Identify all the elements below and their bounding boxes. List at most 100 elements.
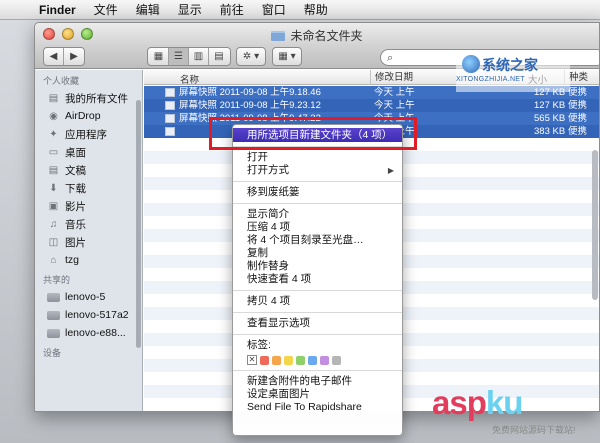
menu-separator xyxy=(233,370,402,371)
sidebar-item-label: 图片 xyxy=(65,236,86,249)
title-bar[interactable]: 未命名文件夹 xyxy=(35,23,599,45)
submenu-arrow-icon: ▶ xyxy=(387,166,394,175)
menu-window[interactable]: 窗口 xyxy=(253,0,295,20)
menu-item-new-folder-with-selection[interactable]: 用所选项目新建文件夹（4 项） xyxy=(233,128,402,142)
tag-blue[interactable] xyxy=(308,355,317,365)
tag-yellow[interactable] xyxy=(284,355,293,365)
image-file-icon xyxy=(165,114,175,123)
view-mode-control: ▦ ☰ ▥ ▤ xyxy=(147,47,231,66)
sidebar-item-movies[interactable]: ▣ 影片 xyxy=(35,197,142,215)
sidebar-item-label: AirDrop xyxy=(65,110,101,122)
tag-purple[interactable] xyxy=(320,355,329,365)
file-kind: 便携 xyxy=(568,113,588,124)
menu-separator xyxy=(233,181,402,182)
tag-orange[interactable] xyxy=(272,355,281,365)
folder-icon xyxy=(271,31,286,41)
xitongzhijia-watermark: 系统之家 XITONGZHIJIA.NET xyxy=(456,52,570,92)
menu-item-open-with[interactable]: 打开方式 ▶ xyxy=(233,164,402,177)
menu-item-label: 打开方式 xyxy=(247,164,289,176)
sidebar-item-music[interactable]: ♫ 音乐 xyxy=(35,215,142,233)
network-computer-icon xyxy=(47,292,60,302)
sidebar-item-pictures[interactable]: ◫ 图片 xyxy=(35,233,142,251)
watermark-text: 系统之家 xyxy=(482,57,538,73)
sidebar-item-downloads[interactable]: ⬇ 下载 xyxy=(35,179,142,197)
downloads-icon: ⬇ xyxy=(49,182,58,194)
tag-gray[interactable] xyxy=(332,355,341,365)
sidebar-item-documents[interactable]: ▤ 文稿 xyxy=(35,161,142,179)
sidebar-item-desktop[interactable]: ▭ 桌面 xyxy=(35,143,142,161)
aspku-watermark: aspku xyxy=(432,384,524,421)
menu-file[interactable]: 文件 xyxy=(85,0,127,20)
sidebar-item-all-my-files[interactable]: ▤ 我的所有文件 xyxy=(35,89,142,107)
tag-color-row: ✕ xyxy=(233,354,402,366)
network-computer-icon xyxy=(47,310,60,320)
coverflow-view-icon[interactable]: ▤ xyxy=(209,48,229,65)
menu-view[interactable]: 显示 xyxy=(169,0,211,20)
airdrop-icon: ◉ xyxy=(49,110,58,122)
menu-item-move-to-trash[interactable]: 移到废纸篓 xyxy=(233,186,402,199)
back-forward-control: ◀ ▶ xyxy=(43,47,85,66)
icon-view-icon[interactable]: ▦ xyxy=(149,48,169,65)
file-size: 565 KB xyxy=(534,113,566,124)
column-view-icon[interactable]: ▥ xyxy=(189,48,209,65)
sidebar-item-label: 影片 xyxy=(65,200,86,213)
column-header-name[interactable]: 名称 xyxy=(180,72,199,86)
sidebar-item-applications[interactable]: ✦ 应用程序 xyxy=(35,125,142,143)
sidebar-item-airdrop[interactable]: ◉ AirDrop xyxy=(35,107,142,125)
search-icon: ⌕ xyxy=(387,52,394,64)
menu-item-open[interactable]: 打开 xyxy=(233,151,402,164)
menu-item-make-alias[interactable]: 制作替身 xyxy=(233,260,402,273)
back-button[interactable]: ◀ xyxy=(44,48,64,65)
menu-item-quick-look[interactable]: 快速查看 4 项 xyxy=(233,273,402,286)
tag-red[interactable] xyxy=(260,355,269,365)
action-menu-button[interactable]: ✲ ▾ xyxy=(236,47,266,66)
all-files-icon: ▤ xyxy=(48,92,59,104)
file-size: 383 KB xyxy=(534,126,566,137)
sidebar-item-label: 应用程序 xyxy=(65,128,107,141)
column-header-date[interactable]: 修改日期 xyxy=(370,70,413,85)
sidebar-item-home[interactable]: ⌂ tzg xyxy=(35,251,142,269)
menu-item-show-view-options[interactable]: 查看显示选项 xyxy=(233,317,402,330)
menu-help[interactable]: 帮助 xyxy=(295,0,337,20)
context-menu: 用所选项目新建文件夹（4 项） 打开 打开方式 ▶ 移到废纸篓 显示简介 压缩 4… xyxy=(232,124,403,436)
list-scrollbar[interactable] xyxy=(592,150,598,300)
file-kind: 便携 xyxy=(568,126,588,137)
menu-go[interactable]: 前往 xyxy=(211,0,253,20)
window-title-text: 未命名文件夹 xyxy=(290,29,363,43)
arrange-menu-button[interactable]: ▦ ▾ xyxy=(272,47,302,66)
menu-finder[interactable]: Finder xyxy=(30,0,85,20)
pictures-icon: ◫ xyxy=(48,236,59,248)
window-title: 未命名文件夹 xyxy=(35,27,599,44)
sidebar-item-lenovo-5[interactable]: lenovo-5 xyxy=(35,288,142,306)
menu-item-duplicate[interactable]: 复制 xyxy=(233,247,402,260)
home-icon: ⌂ xyxy=(50,254,57,266)
menu-edit[interactable]: 编辑 xyxy=(127,0,169,20)
sidebar-item-label: lenovo-5 xyxy=(65,291,106,303)
forward-button[interactable]: ▶ xyxy=(64,48,84,65)
menu-item-burn[interactable]: 将 4 个项目刻录至光盘… xyxy=(233,234,402,247)
table-row[interactable]: 屏幕快照 2011-09-08 上午9.23.12 今天 上午 127 KB 便… xyxy=(144,99,599,112)
list-view-icon[interactable]: ☰ xyxy=(169,48,189,65)
sidebar-item-label: 桌面 xyxy=(65,146,86,159)
sidebar-item-label: 文稿 xyxy=(65,164,86,177)
sidebar-scrollbar[interactable] xyxy=(136,100,141,348)
sidebar-item-lenovo-517a2[interactable]: lenovo-517a2 xyxy=(35,306,142,324)
sidebar-item-label: lenovo-517a2 xyxy=(65,309,129,321)
watermark-subtext: XITONGZHIJIA.NET xyxy=(456,76,525,83)
file-kind: 便携 xyxy=(568,100,588,111)
desktop-icon: ▭ xyxy=(48,146,59,158)
menu-item-send-to-rapidshare[interactable]: Send File To Rapidshare xyxy=(233,401,402,414)
menu-item-new-email-with-attachment[interactable]: 新建含附件的电子邮件 xyxy=(233,375,402,388)
sidebar-item-lenovo-e88[interactable]: lenovo-e88... xyxy=(35,324,142,342)
menu-item-set-desktop-picture[interactable]: 设定桌面图片 xyxy=(233,388,402,401)
menu-item-get-info[interactable]: 显示简介 xyxy=(233,208,402,221)
watermark-text-b: ku xyxy=(485,384,524,421)
xitongzhijia-logo-icon xyxy=(462,55,480,73)
menu-item-compress[interactable]: 压缩 4 项 xyxy=(233,221,402,234)
menu-item-copy[interactable]: 拷贝 4 项 xyxy=(233,295,402,308)
file-date: 今天 上午 xyxy=(374,100,415,111)
menu-separator xyxy=(233,290,402,291)
clear-tag-icon[interactable]: ✕ xyxy=(247,355,257,365)
image-file-icon xyxy=(165,101,175,110)
tag-green[interactable] xyxy=(296,355,305,365)
